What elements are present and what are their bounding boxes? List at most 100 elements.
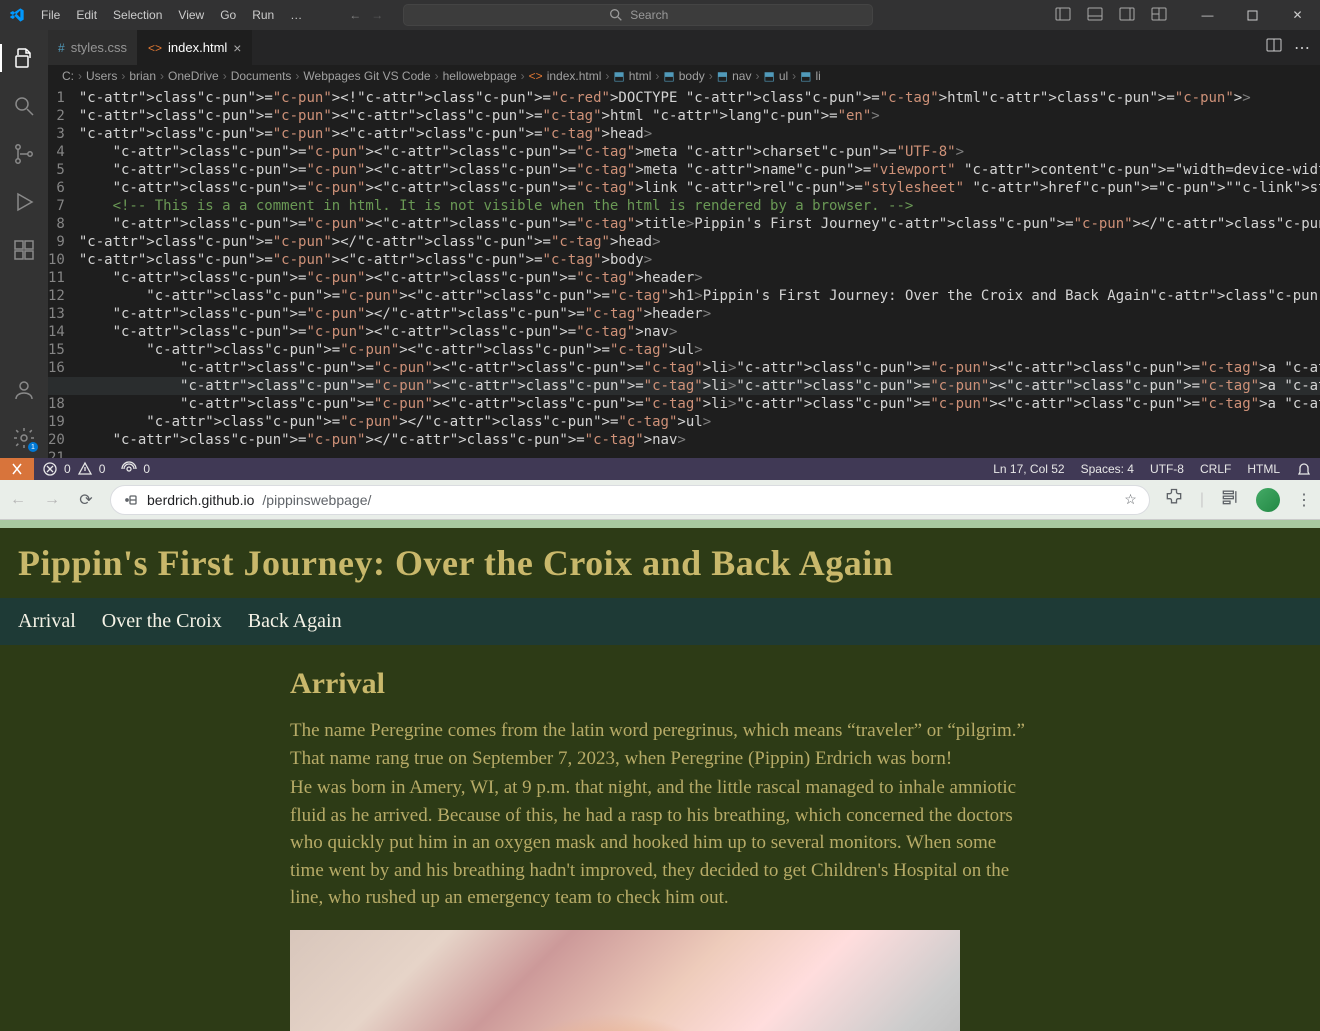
breadcrumb[interactable]: C:› Users› brian› OneDrive› Documents› W… bbox=[48, 65, 1320, 87]
activity-bar: 1 bbox=[0, 30, 48, 458]
close-button[interactable]: ✕ bbox=[1275, 0, 1320, 30]
split-editor-icon[interactable] bbox=[1266, 37, 1282, 58]
minimize-button[interactable]: ― bbox=[1185, 0, 1230, 30]
title-bar: File Edit Selection View Go Run … ← → Se… bbox=[0, 0, 1320, 30]
breadcrumb-seg[interactable]: index.html bbox=[547, 69, 602, 83]
element-icon: ⬒ bbox=[613, 69, 624, 83]
tab-index-html[interactable]: <> index.html × bbox=[138, 30, 252, 65]
breadcrumb-seg[interactable]: brian bbox=[129, 69, 156, 83]
extensions-puzzle-icon[interactable] bbox=[1164, 487, 1184, 512]
browser-menu-icon[interactable]: ⋮ bbox=[1296, 490, 1312, 510]
page-nav: Arrival Over the Croix Back Again bbox=[0, 598, 1320, 645]
menu-edit[interactable]: Edit bbox=[69, 4, 104, 26]
toggle-secondary-sidebar-icon[interactable] bbox=[1119, 6, 1135, 25]
problems-status[interactable]: 0 0 bbox=[34, 461, 113, 477]
breadcrumb-seg[interactable]: html bbox=[629, 69, 652, 83]
tab-label: index.html bbox=[168, 40, 227, 55]
menu-more[interactable]: … bbox=[283, 4, 309, 26]
eol-status[interactable]: CRLF bbox=[1192, 462, 1239, 476]
breadcrumb-seg[interactable]: body bbox=[679, 69, 705, 83]
browser-window: ← → ⟳ berdrich.github.io/pippinswebpage/… bbox=[0, 480, 1320, 1031]
status-bar: 0 0 0 Ln 17, Col 52 Spaces: 4 UTF-8 CRLF… bbox=[0, 458, 1320, 480]
body-paragraph: He was born in Amery, WI, at 9 p.m. that… bbox=[290, 774, 1030, 912]
breadcrumb-seg[interactable]: Users bbox=[86, 69, 117, 83]
breadcrumb-seg[interactable]: ul bbox=[779, 69, 788, 83]
css-file-icon: # bbox=[58, 41, 65, 55]
rendered-page: Pippin's First Journey: Over the Croix a… bbox=[0, 520, 1320, 1031]
menu-bar: File Edit Selection View Go Run … bbox=[34, 4, 309, 26]
vscode-logo-icon bbox=[0, 7, 34, 23]
nav-forward-icon[interactable]: → bbox=[371, 8, 383, 22]
code-editor[interactable]: 123456789101112131415161718192021 "c-att… bbox=[48, 87, 1320, 458]
nav-link-over-the-croix[interactable]: Over the Croix bbox=[102, 610, 222, 633]
update-badge: 1 bbox=[28, 442, 38, 452]
accounts-icon[interactable] bbox=[0, 370, 48, 410]
menu-go[interactable]: Go bbox=[213, 4, 243, 26]
search-icon[interactable] bbox=[0, 86, 48, 126]
url-host: berdrich.github.io bbox=[147, 492, 254, 508]
browser-back-icon[interactable]: ← bbox=[8, 491, 28, 509]
element-icon: ⬒ bbox=[800, 69, 811, 83]
menu-selection[interactable]: Selection bbox=[106, 4, 169, 26]
address-bar[interactable]: berdrich.github.io/pippinswebpage/ ☆ bbox=[110, 485, 1150, 515]
more-actions-icon[interactable]: ⋯ bbox=[1294, 38, 1310, 58]
element-icon: ⬒ bbox=[763, 69, 774, 83]
breadcrumb-seg[interactable]: Documents bbox=[231, 69, 292, 83]
url-path: /pippinswebpage/ bbox=[262, 492, 371, 508]
element-icon: ⬒ bbox=[717, 69, 728, 83]
body-paragraph: The name Peregrine comes from the latin … bbox=[290, 717, 1030, 772]
toggle-panel-icon[interactable] bbox=[1087, 6, 1103, 25]
warning-count: 0 bbox=[99, 462, 106, 476]
command-center-search[interactable]: Search bbox=[403, 4, 873, 26]
breadcrumb-seg[interactable]: hellowebpage bbox=[443, 69, 517, 83]
breadcrumb-seg[interactable]: Webpages Git VS Code bbox=[303, 69, 430, 83]
run-debug-icon[interactable] bbox=[0, 182, 48, 222]
toggle-primary-sidebar-icon[interactable] bbox=[1055, 6, 1071, 25]
breadcrumb-seg[interactable]: C: bbox=[62, 69, 74, 83]
source-control-icon[interactable] bbox=[0, 134, 48, 174]
browser-toolbar: ← → ⟳ berdrich.github.io/pippinswebpage/… bbox=[0, 480, 1320, 520]
browser-forward-icon[interactable]: → bbox=[42, 491, 62, 509]
breadcrumb-seg[interactable]: li bbox=[816, 69, 821, 83]
close-icon[interactable]: × bbox=[233, 40, 241, 56]
extensions-icon[interactable] bbox=[0, 230, 48, 270]
menu-run[interactable]: Run bbox=[245, 4, 281, 26]
language-mode[interactable]: HTML bbox=[1239, 462, 1288, 476]
indentation-status[interactable]: Spaces: 4 bbox=[1073, 462, 1142, 476]
editor-tabs: # styles.css <> index.html × ⋯ bbox=[48, 30, 1320, 65]
tab-label: styles.css bbox=[71, 40, 127, 55]
article-photo bbox=[290, 930, 960, 1031]
profile-avatar[interactable] bbox=[1256, 488, 1280, 512]
settings-gear-icon[interactable]: 1 bbox=[0, 418, 48, 458]
layout-controls bbox=[1055, 6, 1167, 25]
ports-status[interactable]: 0 bbox=[113, 461, 158, 477]
explorer-icon[interactable] bbox=[0, 38, 48, 78]
breadcrumb-seg[interactable]: OneDrive bbox=[168, 69, 219, 83]
nav-link-arrival[interactable]: Arrival bbox=[18, 610, 76, 633]
line-gutter: 123456789101112131415161718192021 bbox=[48, 87, 79, 458]
menu-file[interactable]: File bbox=[34, 4, 67, 26]
tab-styles-css[interactable]: # styles.css bbox=[48, 30, 138, 65]
history-nav: ← → bbox=[349, 8, 383, 22]
encoding-status[interactable]: UTF-8 bbox=[1142, 462, 1192, 476]
menu-view[interactable]: View bbox=[171, 4, 211, 26]
maximize-button[interactable] bbox=[1230, 0, 1275, 30]
page-title: Pippin's First Journey: Over the Croix a… bbox=[18, 542, 1302, 584]
nav-link-back-again[interactable]: Back Again bbox=[248, 610, 342, 633]
element-icon: ⬒ bbox=[663, 69, 674, 83]
error-count: 0 bbox=[64, 462, 71, 476]
main-area: 1 # styles.css <> index.html × ⋯ C:› Use… bbox=[0, 30, 1320, 458]
site-info-icon[interactable] bbox=[123, 492, 139, 508]
notifications-icon[interactable] bbox=[1288, 461, 1320, 477]
bookmark-star-icon[interactable]: ☆ bbox=[1124, 491, 1137, 508]
ports-count: 0 bbox=[143, 462, 150, 476]
html-file-icon: <> bbox=[529, 69, 543, 83]
cursor-position[interactable]: Ln 17, Col 52 bbox=[985, 462, 1072, 476]
breadcrumb-seg[interactable]: nav bbox=[732, 69, 751, 83]
browser-reload-icon[interactable]: ⟳ bbox=[76, 490, 96, 510]
side-panel-icon[interactable] bbox=[1220, 487, 1240, 512]
code-content[interactable]: "c-attr">class"c-pun">="c-pun"><!"c-attr… bbox=[79, 87, 1320, 458]
customize-layout-icon[interactable] bbox=[1151, 6, 1167, 25]
remote-indicator-icon[interactable] bbox=[0, 458, 34, 480]
nav-back-icon[interactable]: ← bbox=[349, 8, 361, 22]
